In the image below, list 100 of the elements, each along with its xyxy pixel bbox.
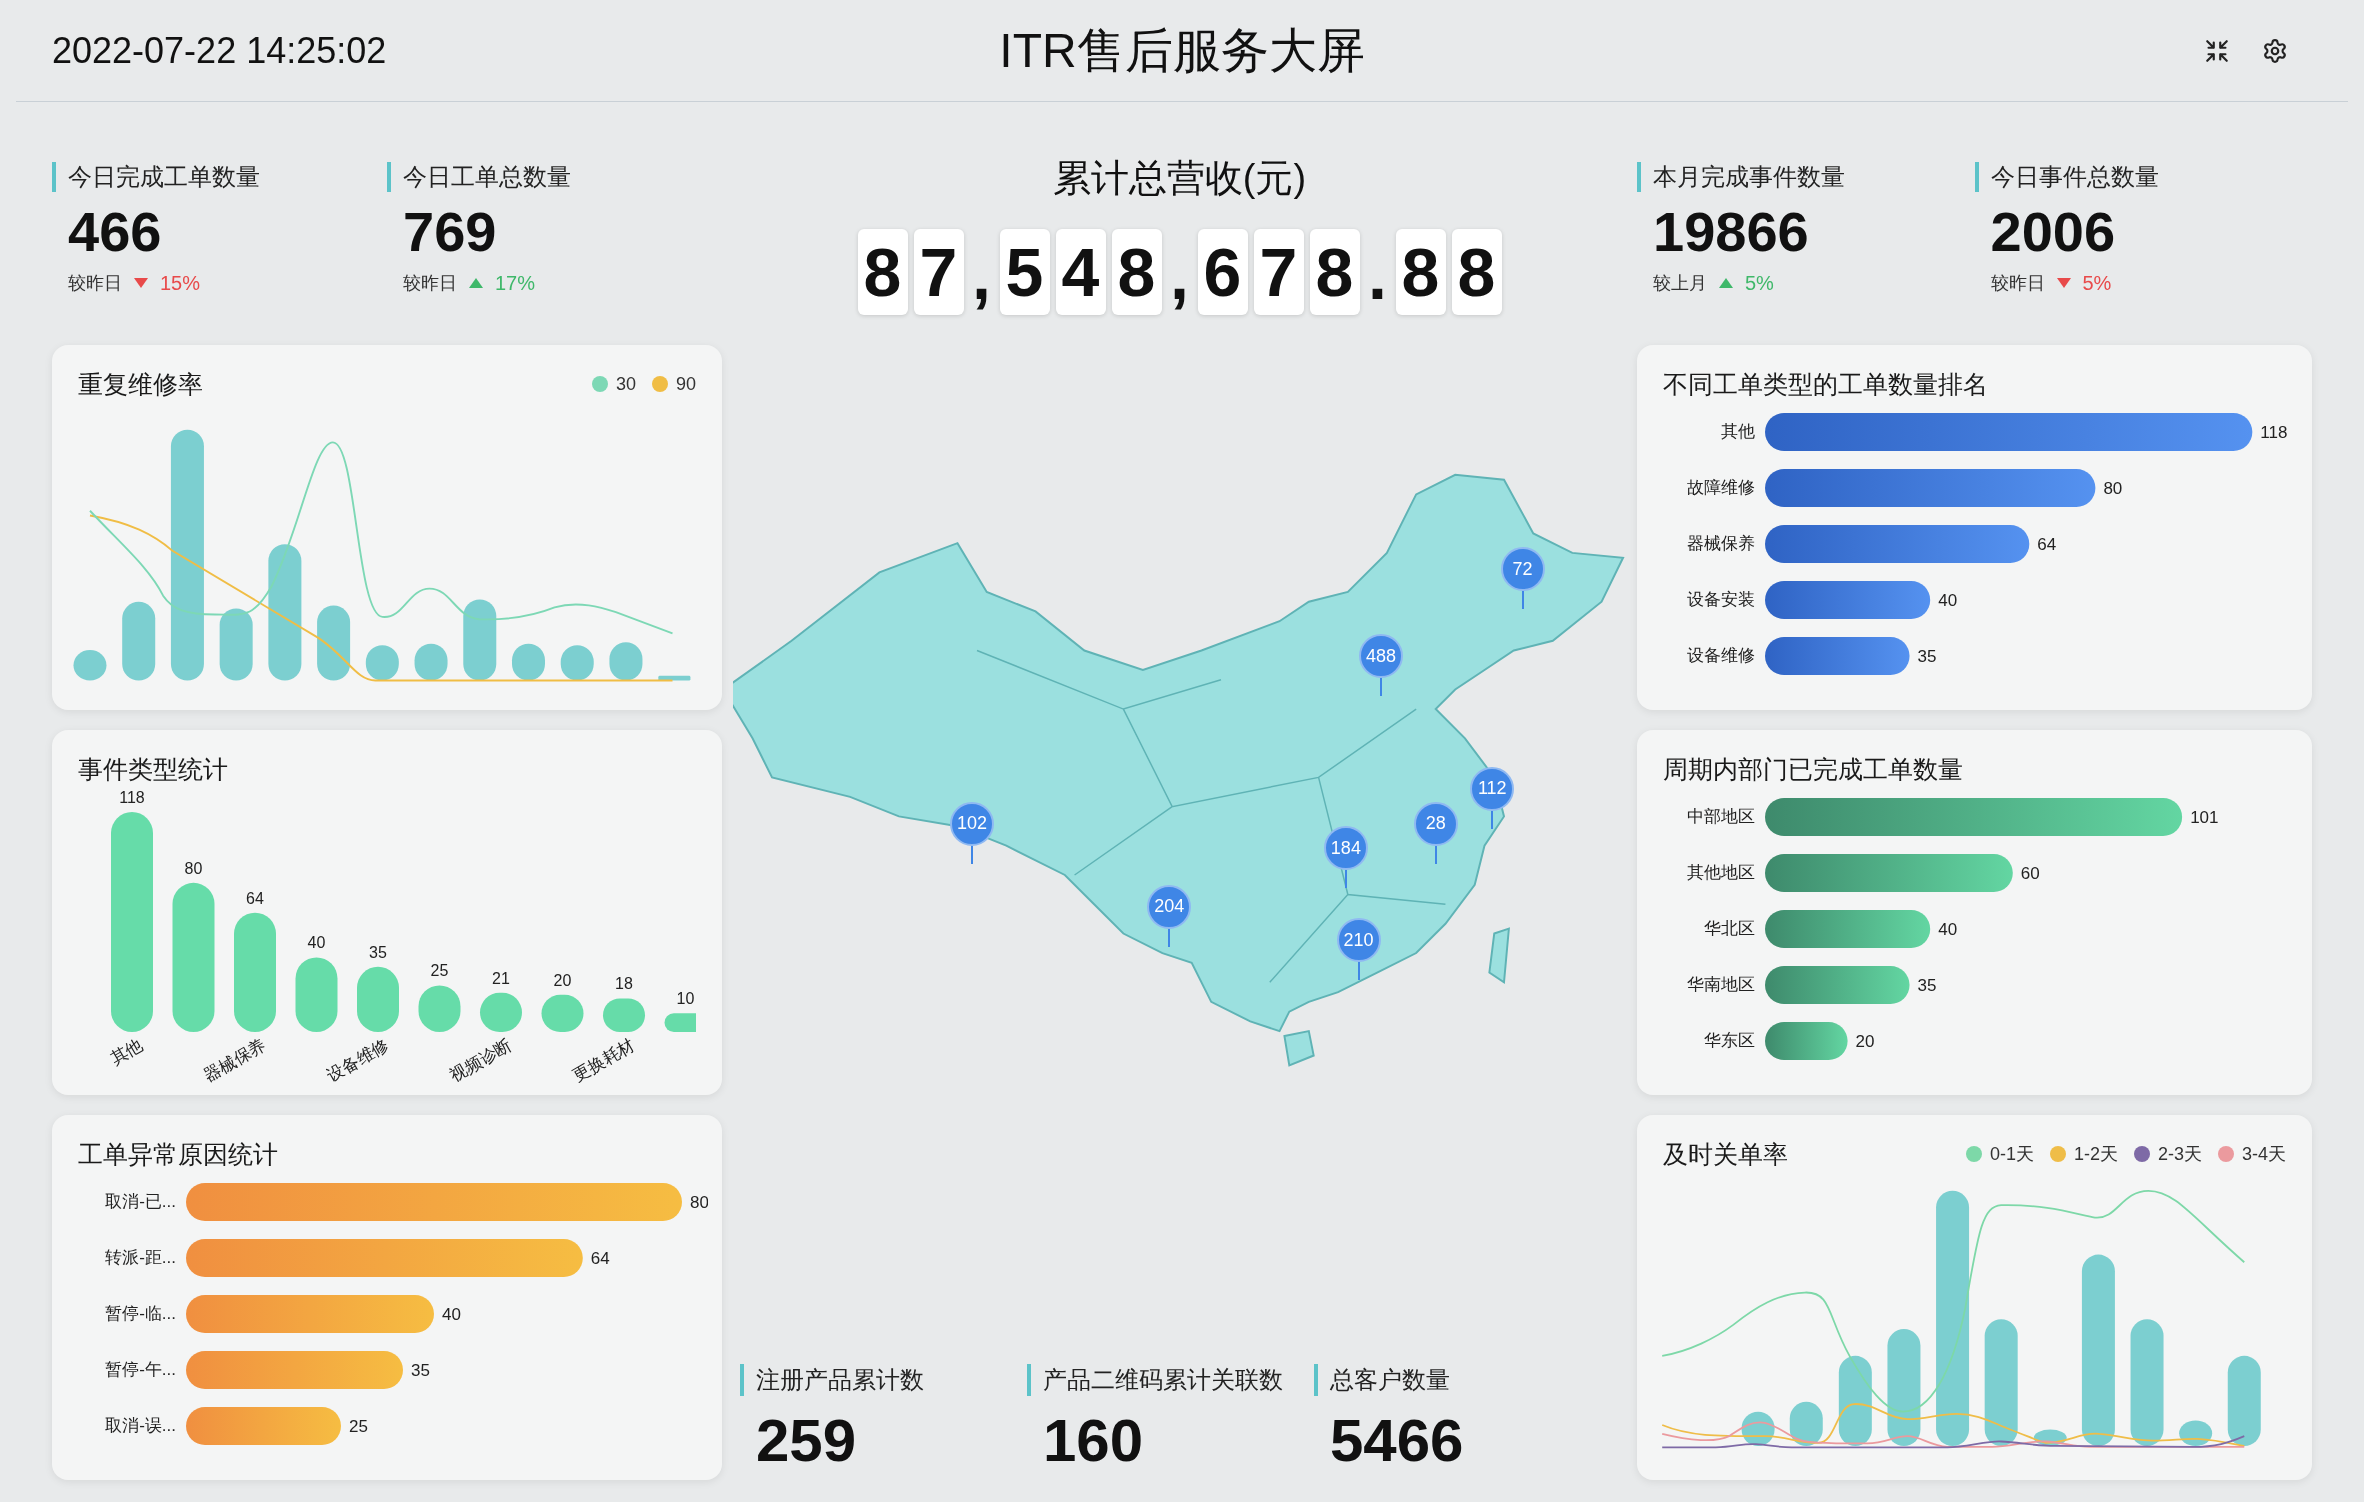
bar-value: 18 bbox=[615, 975, 633, 993]
bar-label: 其他地区 bbox=[1687, 863, 1755, 882]
digit-tile: 8 bbox=[1451, 229, 1502, 315]
bar-value: 40 bbox=[1938, 591, 1958, 610]
stat-label: 今日工单总数量 bbox=[387, 162, 722, 192]
bar-value: 35 bbox=[411, 1361, 430, 1380]
digit-tile: 8 bbox=[1395, 229, 1446, 315]
stat-value: 259 bbox=[755, 1408, 858, 1474]
legend-label: 1-2天 bbox=[2073, 1142, 2118, 1166]
bar-value: 35 bbox=[1917, 647, 1937, 666]
exit-fullscreen-icon[interactable] bbox=[2204, 37, 2230, 64]
stat-label: 今日事件总数量 bbox=[1974, 162, 2312, 192]
bar-value: 40 bbox=[307, 934, 326, 952]
axis-label: 更换耗材 bbox=[569, 1035, 638, 1086]
bar-label: 取消-误... bbox=[105, 1416, 176, 1435]
bar-label: 转派-距... bbox=[105, 1248, 176, 1267]
revenue-label: 累计总营收(元) bbox=[1052, 156, 1307, 201]
digit-separator: . bbox=[1367, 236, 1388, 315]
digit-tile: 4 bbox=[1055, 229, 1106, 315]
stat-value: 769 bbox=[402, 200, 498, 264]
card-title: 事件类型统计 bbox=[78, 754, 229, 785]
compare-label: 较昨日 bbox=[1990, 271, 2045, 295]
bar-value: 64 bbox=[2037, 535, 2057, 554]
card-title: 及时关单率 bbox=[1663, 1139, 1788, 1170]
bar bbox=[541, 994, 584, 1032]
bar bbox=[365, 645, 399, 681]
change-percent: 5% bbox=[2082, 271, 2112, 296]
bar-value: 80 bbox=[2103, 479, 2123, 498]
bar-value: 25 bbox=[430, 962, 449, 980]
compare-label: 较上月 bbox=[1653, 271, 1707, 295]
bar bbox=[1789, 1401, 1823, 1446]
bar-label: 中部地区 bbox=[1687, 807, 1755, 826]
bar-value: 80 bbox=[184, 859, 203, 877]
legend-label: 2-3天 bbox=[2157, 1142, 2202, 1166]
legend-label: 30 bbox=[615, 372, 636, 396]
legend-label: 90 bbox=[675, 372, 696, 396]
bar bbox=[658, 675, 691, 681]
bar-value: 35 bbox=[1917, 976, 1937, 995]
bar-value: 25 bbox=[349, 1417, 368, 1436]
digit-tile: 5 bbox=[999, 229, 1050, 315]
bar-label: 设备安装 bbox=[1687, 590, 1755, 609]
digit-tile: 8 bbox=[857, 229, 908, 315]
bar bbox=[414, 643, 448, 681]
bar-label: 取消-已... bbox=[105, 1192, 176, 1211]
bar-label: 华北区 bbox=[1704, 919, 1755, 938]
stat-label: 本月完成事件数量 bbox=[1637, 162, 1975, 192]
bar bbox=[609, 642, 643, 681]
digit-tile: 7 bbox=[1253, 229, 1304, 315]
digit-separator: , bbox=[1169, 236, 1190, 315]
stat-value: 2006 bbox=[1989, 200, 2117, 264]
settings-icon[interactable] bbox=[2262, 37, 2288, 64]
bar bbox=[603, 998, 645, 1032]
bar-value: 118 bbox=[2260, 423, 2288, 442]
digit-tile: 6 bbox=[1197, 229, 1248, 315]
change-percent: 17% bbox=[495, 271, 536, 296]
bar-value: 64 bbox=[590, 1249, 610, 1268]
stat-value: 19866 bbox=[1652, 200, 1810, 264]
bar-label: 华东区 bbox=[1704, 1031, 1755, 1050]
bar-label: 华南地区 bbox=[1687, 975, 1755, 994]
bar-label: 器械保养 bbox=[1687, 534, 1755, 553]
compare-label: 较昨日 bbox=[403, 271, 457, 295]
datetime: 2022-07-22 14:25:02 bbox=[52, 28, 387, 73]
axis-label: 器械保养 bbox=[200, 1035, 269, 1086]
legend-label: 0-1天 bbox=[1989, 1142, 2034, 1166]
bar-label: 暂停-临... bbox=[105, 1304, 176, 1323]
card-title: 重复维修率 bbox=[78, 369, 203, 400]
bar bbox=[2179, 1420, 2213, 1446]
bar-value: 21 bbox=[492, 969, 510, 987]
page-title: ITR售后服务大屏 bbox=[999, 22, 1365, 79]
change-percent: 15% bbox=[160, 271, 201, 296]
stat-value: 5466 bbox=[1329, 1408, 1465, 1474]
card-title: 工单异常原因统计 bbox=[78, 1139, 279, 1170]
bar-value: 118 bbox=[119, 789, 145, 806]
bar-label: 设备维修 bbox=[1687, 646, 1755, 665]
stat-label: 产品二维码累计关联数 bbox=[1027, 1364, 1314, 1396]
bar-value: 60 bbox=[2020, 864, 2040, 883]
card-title: 不同工单类型的工单数量排名 bbox=[1663, 369, 1989, 400]
bar-value: 40 bbox=[1938, 920, 1958, 939]
bar-value: 80 bbox=[690, 1193, 708, 1212]
axis-label: 视频诊断 bbox=[446, 1035, 515, 1086]
bar-value: 35 bbox=[369, 943, 387, 961]
compare-label: 较昨日 bbox=[68, 271, 122, 295]
bar-value: 10 bbox=[676, 990, 695, 1008]
bar-value: 64 bbox=[246, 889, 264, 907]
legend-label: 3-4天 bbox=[2242, 1142, 2286, 1166]
bar-label: 其他 bbox=[1721, 422, 1755, 441]
axis-label: 其他 bbox=[107, 1035, 146, 1069]
bar bbox=[480, 992, 522, 1032]
bar-label: 暂停-午... bbox=[105, 1360, 176, 1379]
change-percent: 5% bbox=[1745, 271, 1774, 296]
bar bbox=[664, 1013, 696, 1032]
bar-value: 20 bbox=[1855, 1032, 1875, 1051]
stat-value: 466 bbox=[67, 200, 163, 264]
bar-value: 20 bbox=[553, 971, 572, 989]
digit-tile: 7 bbox=[913, 229, 964, 315]
stat-label: 注册产品累计数 bbox=[740, 1364, 1027, 1396]
bar bbox=[512, 643, 545, 681]
axis-label: 设备维修 bbox=[323, 1035, 392, 1086]
stat-label: 今日完成工单数量 bbox=[52, 162, 387, 192]
digit-tile: 8 bbox=[1111, 229, 1162, 315]
